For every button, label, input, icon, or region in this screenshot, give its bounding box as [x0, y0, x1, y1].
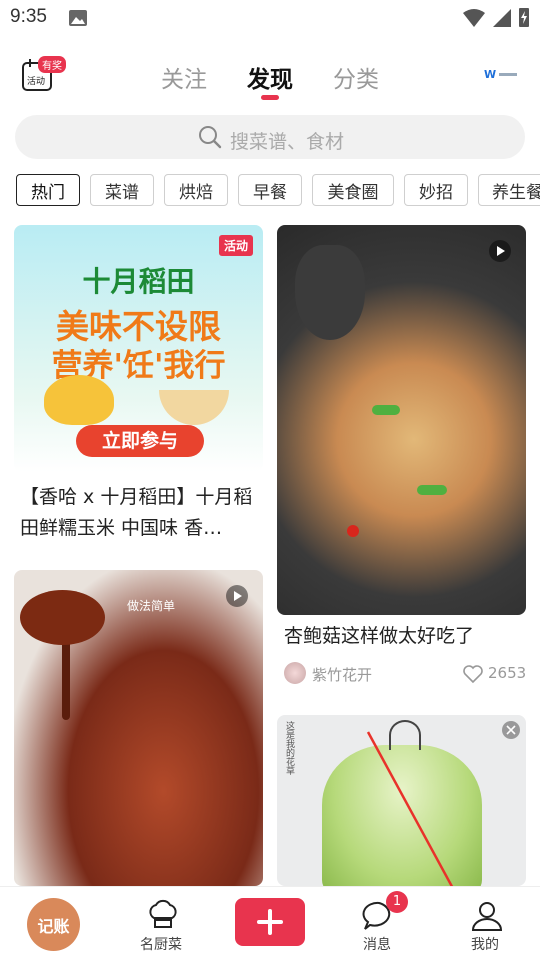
recipe-card-image[interactable] [277, 225, 526, 615]
promo-card-title[interactable]: 【香哈 x 十月稻田】十月稻田鲜糯玉米 中国味 香… [20, 482, 260, 546]
partner-logo[interactable]: W [484, 68, 518, 81]
chef-hat-icon [149, 899, 177, 928]
cabbage-overlay-text: 这是我的花草 [284, 721, 294, 775]
signal-icon [493, 9, 511, 27]
red-pepper-1 [347, 525, 359, 537]
plus-icon [257, 909, 283, 935]
bottom-nav: 记账 名厨菜 消息 1 我的 [0, 886, 540, 961]
tab-category[interactable]: 分类 [333, 60, 379, 94]
green-pepper-2 [417, 485, 447, 495]
chip-breakfast[interactable]: 早餐 [238, 174, 302, 206]
chip-recipes[interactable]: 菜谱 [90, 174, 154, 206]
status-time: 9:35 [10, 6, 47, 27]
chip-hot[interactable]: 热门 [16, 174, 80, 206]
nav-chef-dishes[interactable]: 名厨菜 [140, 895, 186, 957]
heart-icon[interactable] [462, 664, 484, 684]
status-bar: 9:35 [0, 0, 540, 36]
promo-cta-button[interactable]: 立即参与 [76, 425, 204, 457]
search-icon [199, 126, 222, 149]
chip-healthy[interactable]: 养生餐 [478, 174, 540, 206]
like-count: 2653 [488, 664, 527, 682]
recipe-card-title[interactable]: 杏鲍菇这样做太好吃了 [284, 621, 524, 652]
activity-icon-label: 活动 [27, 77, 46, 87]
partner-logo-wordmark [499, 73, 518, 76]
pork-card-image[interactable]: 做法简单 [14, 570, 263, 886]
spoon-shape [20, 590, 105, 645]
nav-profile[interactable]: 我的 [468, 895, 508, 957]
author-name[interactable]: 紫竹花开 [312, 664, 372, 685]
nav-chef-dishes-label: 名厨菜 [140, 937, 182, 953]
tab-following[interactable]: 关注 [161, 60, 207, 94]
wifi-icon [463, 9, 485, 27]
promo-brand: 十月稻田 [82, 265, 195, 298]
reward-badge: 有奖 [38, 56, 66, 73]
promo-card-image[interactable]: 活动 十月稻田 美味不设限 营养'饪'我行 立即参与 [14, 225, 263, 472]
nav-messages-label: 消息 [363, 937, 391, 953]
battery-icon [519, 8, 529, 27]
bowl-illustration [159, 390, 229, 425]
publish-button[interactable] [235, 898, 305, 946]
nav-profile-label: 我的 [471, 937, 499, 953]
close-icon[interactable] [501, 720, 521, 740]
author-avatar[interactable] [284, 662, 306, 684]
chip-tips[interactable]: 妙招 [404, 174, 468, 206]
record-button[interactable]: 记账 [27, 898, 80, 951]
green-pepper-1 [372, 405, 400, 415]
message-count-badge: 1 [386, 891, 408, 913]
chip-food-circle[interactable]: 美食圈 [312, 174, 394, 206]
video-play-icon-2 [489, 240, 511, 262]
user-icon [471, 902, 503, 931]
search-placeholder: 搜菜谱、食材 [230, 131, 345, 153]
gallery-icon [69, 10, 87, 26]
tab-active-indicator [261, 95, 279, 100]
promo-activity-badge: 活动 [218, 235, 253, 256]
wok-spatula [295, 245, 365, 340]
tab-discover[interactable]: 发现 [247, 60, 293, 94]
promo-line2: 营养'饪'我行 [51, 348, 226, 384]
chip-baking[interactable]: 烘焙 [164, 174, 228, 206]
partner-logo-mark: W [484, 68, 497, 81]
video-play-icon [226, 585, 248, 607]
pork-overlay-text: 做法简单 [127, 599, 176, 613]
corn-illustration [44, 375, 114, 425]
